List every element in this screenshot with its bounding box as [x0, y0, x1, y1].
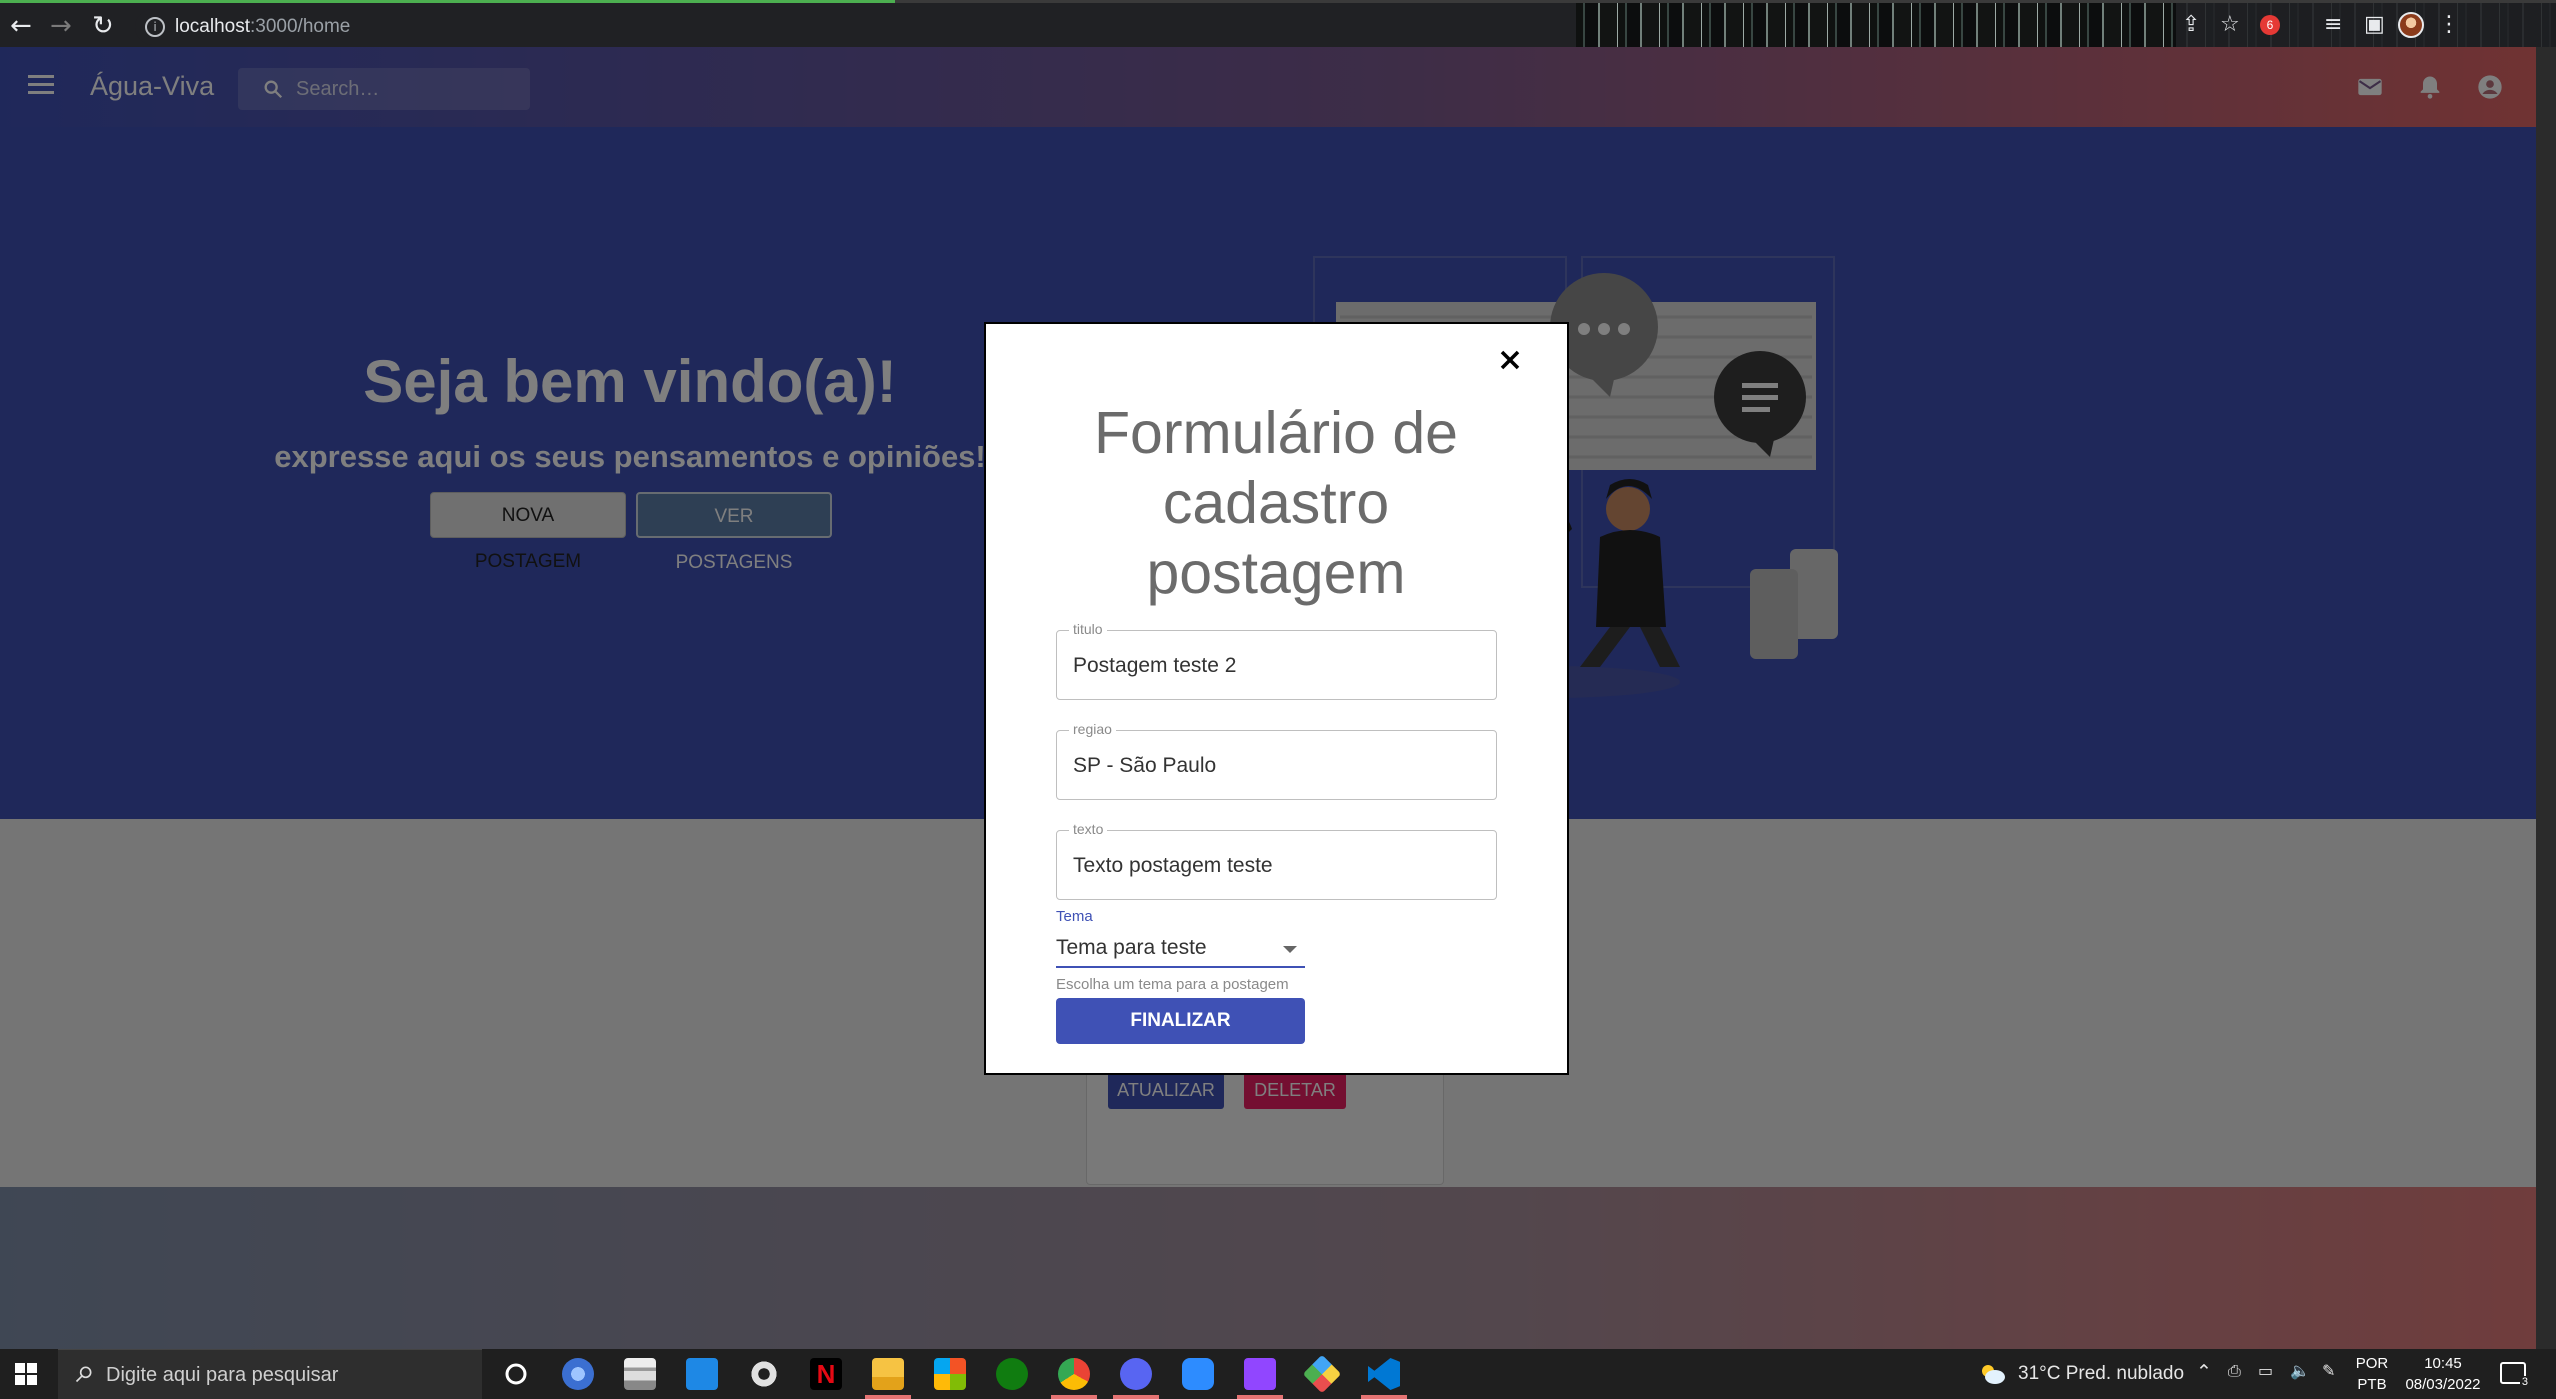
tema-selected-value: Tema para teste [1056, 936, 1207, 959]
texto-label: texto [1069, 821, 1108, 837]
titulo-input[interactable] [1073, 649, 1473, 683]
active-indicator [1361, 1395, 1407, 1399]
active-indicator [865, 1395, 911, 1399]
modal-title: Formulário de cadastro postagem [1094, 400, 1458, 606]
file-explorer-icon[interactable] [872, 1358, 904, 1390]
active-indicator [1113, 1395, 1159, 1399]
regiao-input[interactable] [1073, 749, 1473, 783]
side-panel-icon[interactable]: ▣ [2364, 14, 2385, 36]
microsoft-store-icon[interactable] [934, 1358, 966, 1390]
forward-icon[interactable]: → [50, 13, 72, 39]
back-icon[interactable]: ← [10, 13, 32, 39]
titulo-field[interactable]: titulo [1056, 621, 1497, 700]
git-kraken-icon[interactable] [1302, 1354, 1342, 1394]
browser-menu-icon[interactable]: ⋮ [2438, 14, 2460, 36]
reload-icon[interactable]: ↻ [92, 13, 114, 39]
cortana-icon[interactable] [500, 1358, 532, 1390]
loading-bar [0, 0, 895, 3]
windows-taskbar: Digite aqui para pesquisar N 31°C Pred. … [0, 1349, 2556, 1399]
active-indicator [1051, 1395, 1097, 1399]
titulo-label: titulo [1069, 621, 1107, 637]
weather-text[interactable]: 31°C Pred. nublado [2018, 1363, 2184, 1385]
close-modal-button[interactable] [1490, 340, 1530, 380]
netflix-icon[interactable]: N [810, 1358, 842, 1390]
url-text[interactable]: localhost:3000/home [175, 16, 350, 38]
extension-icon[interactable]: 6 [2260, 15, 2280, 35]
profile-avatar[interactable] [2398, 12, 2424, 38]
page-scrollbar[interactable] [2536, 47, 2556, 1349]
finalizar-button[interactable]: FINALIZAR [1056, 998, 1305, 1044]
device-icon[interactable]: ⎙ [2228, 1361, 2241, 1381]
share-icon[interactable]: ⇪ [2182, 14, 2200, 36]
volume-icon[interactable]: 🔈 [2290, 1361, 2310, 1380]
browser-toolbar: ← → ↻ i localhost:3000/home ⇪ ☆ 6 ≡ ▣ ⋮ [0, 0, 2556, 47]
tema-helper-text: Escolha um tema para a postagem [1056, 976, 1289, 993]
app-icon-globe[interactable] [562, 1358, 594, 1390]
close-icon [1500, 350, 1520, 370]
system-clock[interactable]: 10:45 08/03/2022 [2402, 1353, 2484, 1395]
regiao-field[interactable]: regiao [1056, 721, 1497, 800]
site-info-icon[interactable]: i [145, 17, 165, 37]
zoom-icon[interactable] [1182, 1358, 1214, 1390]
texto-field[interactable]: texto [1056, 821, 1497, 900]
regiao-label: regiao [1069, 721, 1116, 737]
pen-icon[interactable]: ✎ [2322, 1361, 2335, 1380]
xbox-icon[interactable] [996, 1358, 1028, 1390]
tema-select[interactable]: Tema para teste [1056, 930, 1305, 968]
app-icon-stack[interactable] [624, 1358, 656, 1390]
active-indicator [1237, 1395, 1283, 1399]
settings-gear-icon[interactable] [748, 1358, 780, 1390]
vscode-icon[interactable] [1368, 1358, 1400, 1390]
texto-input[interactable] [1073, 849, 1473, 883]
twitch-icon[interactable] [1244, 1358, 1276, 1390]
discord-icon[interactable] [1120, 1358, 1152, 1390]
weather-cloud-icon [1982, 1365, 2005, 1384]
taskbar-search-placeholder: Digite aqui para pesquisar [106, 1364, 339, 1386]
chevron-up-icon[interactable]: ⌃ [2196, 1361, 2212, 1384]
search-icon [75, 1366, 92, 1383]
dropdown-arrow-icon [1283, 946, 1297, 953]
bookmark-star-icon[interactable]: ☆ [2220, 14, 2240, 36]
browser-actions: ⇪ ☆ 6 ≡ ▣ ⋮ [2176, 3, 2556, 47]
notification-count: 3 [2519, 1376, 2530, 1388]
chrome-icon[interactable] [1058, 1358, 1090, 1390]
language-indicator[interactable]: POR PTB [2352, 1353, 2392, 1395]
windows-start-icon[interactable] [14, 1362, 38, 1386]
network-icon[interactable]: ▭ [2258, 1361, 2273, 1380]
mail-app-icon[interactable] [686, 1358, 718, 1390]
taskbar-search[interactable]: Digite aqui para pesquisar [58, 1349, 482, 1399]
notification-center-icon[interactable]: 3 [2500, 1362, 2530, 1388]
reading-list-icon[interactable]: ≡ [2324, 14, 2342, 36]
tema-label: Tema [1056, 908, 1093, 925]
